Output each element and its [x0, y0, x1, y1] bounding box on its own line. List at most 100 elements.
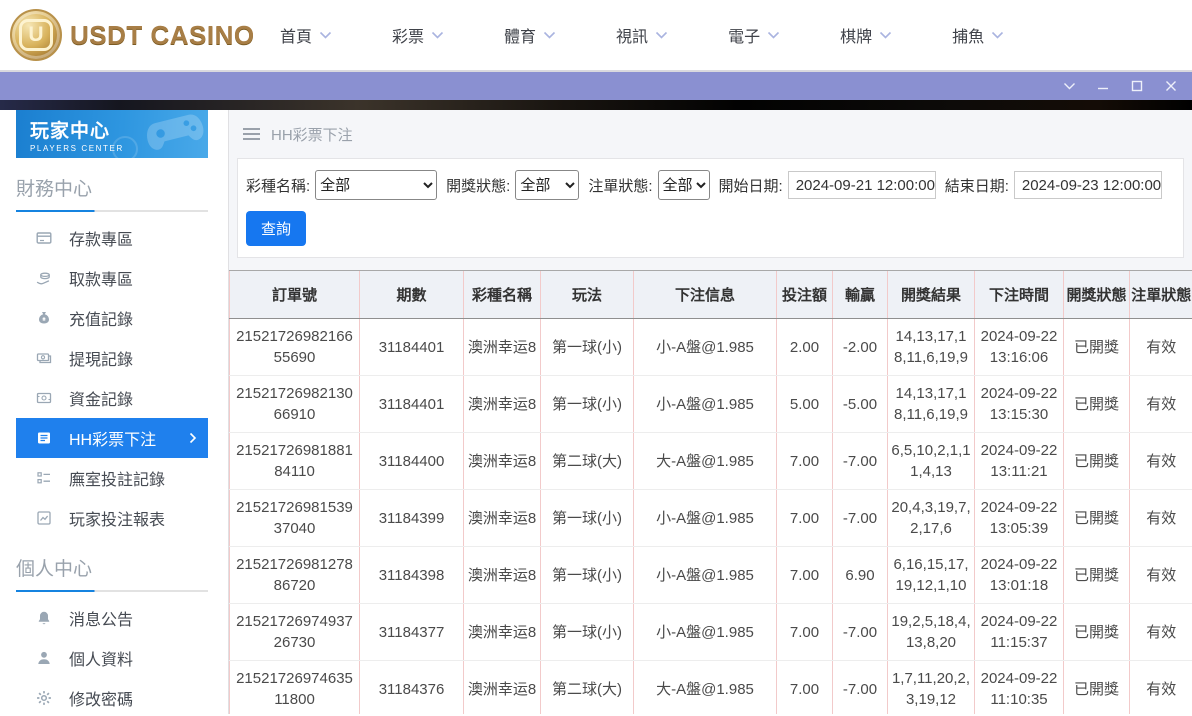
table-cell: 2152172698127886720 [229, 546, 360, 604]
sidebar-item-label: 充值記錄 [69, 312, 134, 329]
table-cell: 1,7,11,20,2,3,19,12 [887, 660, 975, 714]
nav-item-label: 彩票 [392, 29, 425, 46]
page-title: HH彩票下注 [271, 126, 353, 144]
table-cell: 5.00 [776, 375, 833, 433]
table-cell: 31184401 [359, 318, 464, 376]
sidebar-item[interactable]: 取款專區 [16, 258, 208, 298]
moneybag-icon [36, 310, 52, 326]
lottery-name-label: 彩種名稱: [246, 177, 311, 195]
sidebar-item[interactable]: HH彩票下注 [16, 418, 208, 458]
table-row: 2152172697463511800 31184376 澳洲幸运8 第二球(大) 大-… [229, 660, 1192, 714]
column-header: 輸贏 [832, 270, 888, 319]
table-cell: 2024-09-22 13:11:21 [974, 432, 1064, 490]
table-cell: 2.00 [776, 318, 833, 376]
table-cell: 澳洲幸运8 [463, 603, 541, 661]
nav-item[interactable]: 體育 [504, 23, 556, 47]
withdraw-hand-icon [36, 270, 52, 286]
table-cell: 6,5,10,2,1,11,4,13 [887, 432, 975, 490]
column-header: 投注額 [776, 270, 833, 319]
table-cell: 2152172698188184110 [229, 432, 360, 490]
lottery-name-select[interactable]: 全部 [315, 170, 438, 200]
table-cell: 第一球(小) [540, 375, 634, 433]
nav-item[interactable]: 視訊 [616, 23, 668, 47]
table-cell: 31184399 [359, 489, 464, 547]
nav-item[interactable]: 捕魚 [952, 23, 1004, 47]
chevron-down-icon [655, 31, 668, 39]
draw-status-select[interactable]: 全部 [515, 170, 580, 200]
search-button[interactable]: 查詢 [246, 211, 307, 246]
table-header-row: 訂單號 期數 彩種名稱 玩法 下注信息 投注額 輸贏 開獎結果 下注時間 開獎狀態 注單狀態 [229, 270, 1192, 319]
table-cell: 7.00 [776, 660, 833, 714]
start-date-label: 開始日期: [718, 177, 783, 195]
sidebar-item[interactable]: 廡室投註記錄 [16, 458, 208, 498]
sidebar-item[interactable]: 提現記錄 [16, 338, 208, 378]
sidebar-item[interactable]: 消息公告 [16, 598, 208, 638]
table-cell: 2024-09-22 13:05:39 [974, 489, 1064, 547]
draw-status-label: 開獎狀態: [446, 177, 511, 195]
nav-item[interactable]: 彩票 [392, 23, 444, 47]
sidebar-item[interactable]: 存款專區 [16, 218, 208, 258]
players-center-header: 玩家中心 PLAYERS CENTER [16, 110, 208, 158]
end-date-input[interactable] [1013, 171, 1162, 199]
nav-item[interactable]: 棋牌 [840, 23, 892, 47]
table-cell: 31184398 [359, 546, 464, 604]
logo-text: USDT CASINO [70, 19, 255, 50]
sidebar-item[interactable]: 玩家投注報表 [16, 498, 208, 538]
table-cell: 已開獎 [1063, 660, 1130, 714]
top-navbar: U USDT CASINO 首頁 彩票 體育 視訊 電子 棋牌 捕魚 [0, 0, 1192, 70]
table-cell: 第一球(小) [540, 318, 634, 376]
table-cell: 第一球(小) [540, 546, 634, 604]
nav-item[interactable]: 首頁 [280, 23, 332, 47]
column-header: 玩法 [540, 270, 634, 319]
table-cell: 2152172698216655690 [229, 318, 360, 376]
cash-icon [36, 350, 52, 366]
maximize-window-icon[interactable] [1126, 76, 1148, 96]
start-date-input[interactable] [787, 171, 936, 199]
table-cell: 大-A盤@1.985 [633, 660, 777, 714]
report-chart-icon [36, 510, 52, 526]
sidebar-item[interactable]: 個人資料 [16, 638, 208, 678]
table-cell: 31184401 [359, 375, 464, 433]
table-cell: 小-A盤@1.985 [633, 489, 777, 547]
column-header: 彩種名稱 [463, 270, 541, 319]
table-cell: 有效 [1129, 432, 1192, 490]
sidebar-item-label: 消息公告 [69, 612, 134, 629]
table-cell: 7.00 [776, 432, 833, 490]
site-logo: U USDT CASINO [10, 9, 258, 61]
menu-toggle-icon[interactable] [243, 125, 260, 143]
table-cell: 31184400 [359, 432, 464, 490]
chevron-down-icon [991, 31, 1004, 39]
table-cell: 7.00 [776, 546, 833, 604]
minimize-window-icon[interactable] [1092, 76, 1114, 96]
table-cell: 小-A盤@1.985 [633, 603, 777, 661]
column-header: 開獎狀態 [1063, 270, 1130, 319]
nav-item-label: 體育 [504, 29, 537, 46]
chevron-down-icon [767, 31, 780, 39]
sidebar-item-label: 資金記錄 [69, 392, 134, 409]
table-cell: 6,16,15,17,19,12,1,10 [887, 546, 975, 604]
table-cell: 已開獎 [1063, 546, 1130, 604]
table-cell: -7.00 [832, 603, 888, 661]
nav-item[interactable]: 電子 [728, 23, 780, 47]
table-cell: 澳洲幸运8 [463, 546, 541, 604]
close-window-icon[interactable] [1160, 76, 1182, 96]
sidebar-section-title: 財務中心 [16, 179, 93, 200]
gear-icon [36, 690, 52, 706]
column-header: 下注信息 [633, 270, 777, 319]
order-status-select[interactable]: 全部 [657, 170, 710, 200]
table-cell: 第二球(大) [540, 660, 634, 714]
sidebar-item[interactable]: 資金記錄 [16, 378, 208, 418]
table-cell: 有效 [1129, 489, 1192, 547]
sidebar-item-label: 玩家投注報表 [69, 512, 166, 529]
sidebar-item[interactable]: 充值記錄 [16, 298, 208, 338]
order-status-label: 注單狀態: [588, 177, 653, 195]
section-underline [16, 210, 208, 212]
logo-coin-letter: U [19, 19, 53, 51]
chevron-down-window-icon[interactable] [1058, 76, 1080, 96]
chevron-right-icon [189, 432, 197, 444]
sidebar-item[interactable]: 修改密碼 [16, 678, 208, 714]
table-cell: 有效 [1129, 546, 1192, 604]
table-cell: 7.00 [776, 489, 833, 547]
table-cell: 澳洲幸运8 [463, 660, 541, 714]
table-cell: 已開獎 [1063, 318, 1130, 376]
